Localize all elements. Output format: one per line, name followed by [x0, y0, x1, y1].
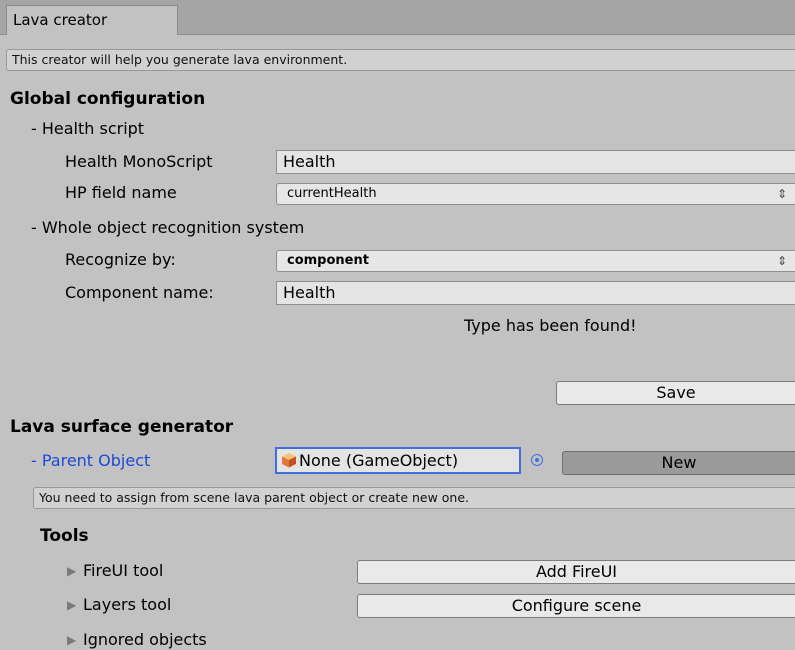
component-name-field[interactable]: Health — [276, 281, 795, 305]
recognize-by-dropdown[interactable]: component ⇕ — [276, 250, 795, 272]
recognize-by-label: Recognize by: — [65, 250, 176, 269]
health-monoscript-value: Health — [283, 152, 336, 171]
gameobject-cube-icon — [282, 453, 296, 468]
health-script-label: - Health script — [31, 119, 145, 138]
type-found-status: Type has been found! — [464, 316, 637, 335]
updown-arrows-icon: ⇕ — [776, 187, 787, 201]
tab-lava-creator[interactable]: Lava creator — [6, 5, 178, 35]
intro-help-text: This creator will help you generate lava… — [12, 52, 348, 67]
parent-help-text: You need to assign from scene lava paren… — [39, 490, 470, 505]
ignored-objects-label[interactable]: Ignored objects — [83, 630, 207, 650]
intro-help-box: This creator will help you generate lava… — [6, 49, 795, 71]
save-button[interactable]: Save — [556, 381, 795, 405]
lava-surface-heading: Lava surface generator — [10, 417, 234, 437]
tab-bar: Lava creator — [0, 0, 795, 35]
updown-arrows-icon: ⇕ — [776, 254, 787, 268]
parent-object-field[interactable]: None (GameObject) — [275, 447, 521, 474]
hp-field-name-label: HP field name — [65, 183, 177, 202]
health-monoscript-field[interactable]: Health — [276, 150, 795, 174]
recognize-by-value: component — [287, 253, 369, 268]
hp-field-name-dropdown[interactable]: currentHealth ⇕ — [276, 183, 795, 205]
recognition-system-label: - Whole object recognition system — [31, 218, 305, 237]
triangle-right-icon[interactable]: ▶ — [67, 630, 76, 650]
health-monoscript-label: Health MonoScript — [65, 152, 213, 171]
configure-scene-button[interactable]: Configure scene — [357, 594, 795, 618]
new-parent-button[interactable]: New — [562, 451, 795, 475]
object-picker-icon[interactable] — [531, 454, 543, 466]
layers-tool-label[interactable]: Layers tool — [83, 595, 171, 615]
fireui-tool-label[interactable]: FireUI tool — [83, 561, 163, 581]
parent-help-box: You need to assign from scene lava paren… — [33, 487, 795, 509]
add-fireui-button[interactable]: Add FireUI — [357, 560, 795, 584]
component-name-value: Health — [283, 283, 336, 302]
component-name-label: Component name: — [65, 283, 214, 302]
triangle-right-icon[interactable]: ▶ — [67, 561, 76, 581]
triangle-right-icon[interactable]: ▶ — [67, 595, 76, 615]
parent-object-label: - Parent Object — [31, 451, 151, 470]
hp-field-name-value: currentHealth — [287, 186, 377, 201]
global-config-heading: Global configuration — [10, 89, 206, 109]
parent-object-value: None (GameObject) — [299, 451, 459, 470]
tools-heading: Tools — [40, 526, 89, 546]
